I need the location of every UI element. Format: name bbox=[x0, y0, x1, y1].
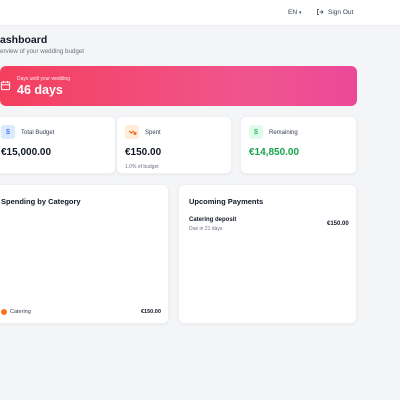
dollar-icon: $ bbox=[1, 125, 15, 139]
payment-due: Due in 21 days bbox=[189, 226, 223, 232]
spending-by-category-panel: Spending by Category Catering €150.00 bbox=[0, 184, 169, 324]
panel-title: Spending by Category bbox=[1, 197, 81, 206]
stat-value: €14,850.00 bbox=[249, 147, 300, 158]
upcoming-payments-panel: Upcoming Payments Catering deposit Due i… bbox=[178, 184, 357, 324]
stat-label: Spent bbox=[145, 130, 161, 136]
chevron-down-icon: ▾ bbox=[299, 9, 302, 16]
sign-out-label: Sign Out bbox=[328, 8, 354, 16]
trend-down-icon bbox=[125, 125, 139, 139]
page-subtitle: erview of your wedding budget bbox=[0, 48, 84, 55]
countdown-value: 46 days bbox=[17, 83, 63, 97]
wedding-countdown-banner: Days until your wedding 46 days bbox=[0, 66, 357, 106]
stat-value: €15,000.00 bbox=[1, 147, 52, 158]
stat-value: €150.00 bbox=[125, 147, 162, 158]
remaining-card: $ Remaining €14,850.00 bbox=[240, 116, 357, 174]
category-amount: €150.00 bbox=[141, 309, 161, 315]
language-label: EN bbox=[288, 9, 298, 16]
spent-card: Spent €150.00 1.0% of budget bbox=[116, 116, 232, 174]
panel-title: Upcoming Payments bbox=[189, 197, 264, 206]
category-name: Catering bbox=[10, 309, 31, 315]
language-selector[interactable]: EN ▾ bbox=[288, 9, 302, 16]
top-bar: EN ▾ Sign Out bbox=[0, 0, 400, 26]
dollar-icon: $ bbox=[249, 125, 263, 139]
total-budget-card: $ Total Budget €15,000.00 bbox=[0, 116, 116, 174]
sign-out-button[interactable]: Sign Out bbox=[316, 8, 353, 16]
payment-amount: €150.00 bbox=[327, 221, 349, 227]
countdown-label: Days until your wedding bbox=[17, 76, 71, 82]
page-title: ashboard bbox=[0, 34, 48, 46]
payment-name: Catering deposit bbox=[189, 217, 237, 223]
stat-label: Remaining bbox=[269, 130, 298, 136]
sign-out-icon bbox=[317, 9, 324, 15]
category-color-dot bbox=[1, 309, 7, 315]
stat-label: Total Budget bbox=[21, 130, 55, 136]
stat-subtext: 1.0% of budget bbox=[125, 164, 159, 170]
calendar-icon bbox=[0, 81, 11, 91]
